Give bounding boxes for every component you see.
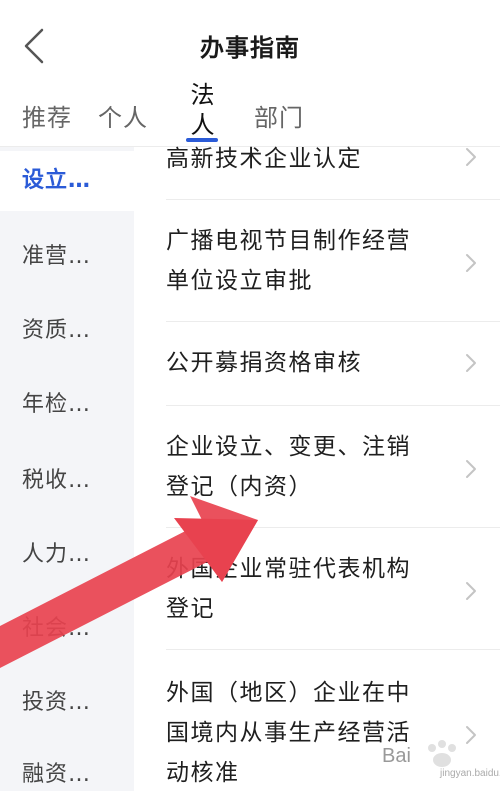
sidebar-item-qualification[interactable]: 资质…	[0, 301, 134, 361]
service-list: 高新技术企业认定 广播电视节目制作经营 单位设立审批 公开募捐资格审核 企业设立…	[134, 146, 500, 791]
list-item[interactable]: 外国企业常驻代表机构 登记	[134, 549, 500, 649]
watermark-text: Bai	[382, 745, 411, 767]
chevron-right-icon	[466, 582, 476, 600]
list-item-title-line1: 外国（地区）企业在中	[166, 680, 411, 706]
tab-department[interactable]: 部门	[254, 98, 304, 133]
category-sidebar: 设立… 准营… 资质… 年检… 税收… 人力… 社会… 投资… 融资…	[0, 147, 134, 791]
watermark-url: jingyan.baidu.com	[440, 768, 500, 779]
sidebar-item-establish[interactable]: 设立…	[0, 151, 134, 211]
sidebar-item-license[interactable]: 准营…	[0, 227, 134, 287]
chevron-right-icon	[466, 354, 476, 372]
chevron-right-icon	[466, 254, 476, 272]
sidebar-item-annual-inspection[interactable]: 年检…	[0, 375, 134, 435]
page-title: 办事指南	[200, 34, 300, 62]
list-item-title-line2: 单位设立审批	[166, 268, 313, 294]
list-divider	[166, 405, 500, 406]
screen: 办事指南 推荐 个人 法人 部门 设立… 准营… 资质… 年检… 税收… 人力……	[0, 0, 500, 791]
sidebar-item-financing[interactable]: 融资…	[0, 745, 134, 791]
list-divider	[166, 649, 500, 650]
list-item-title-line1: 广播电视节目制作经营	[166, 228, 411, 254]
list-item-title-line2: 登记（内资）	[166, 474, 313, 500]
sidebar-item-social[interactable]: 社会…	[0, 599, 134, 659]
sidebar-item-human-resources[interactable]: 人力…	[0, 525, 134, 585]
list-divider	[166, 199, 500, 200]
list-divider	[166, 321, 500, 322]
sidebar-item-investment[interactable]: 投资…	[0, 673, 134, 733]
list-item-title: 高新技术企业认定	[166, 146, 362, 172]
list-item[interactable]: 企业设立、变更、注销 登记（内资）	[134, 427, 500, 527]
list-divider	[166, 527, 500, 528]
tab-bar: 推荐 个人 法人 部门	[0, 80, 500, 146]
chevron-right-icon	[466, 148, 476, 166]
list-item-title-line1: 外国企业常驻代表机构	[166, 556, 411, 582]
list-item-title-line1: 企业设立、变更、注销	[166, 434, 411, 460]
list-item[interactable]: 高新技术企业认定	[134, 139, 500, 195]
header: 办事指南	[0, 0, 500, 90]
list-item[interactable]: 广播电视节目制作经营 单位设立审批	[134, 221, 500, 321]
sidebar-item-tax[interactable]: 税收…	[0, 451, 134, 511]
list-item-title: 公开募捐资格审核	[166, 350, 362, 376]
tab-personal[interactable]: 个人	[98, 98, 148, 133]
chevron-right-icon	[466, 460, 476, 478]
list-item[interactable]: 公开募捐资格审核	[134, 343, 500, 403]
list-item-title-line2: 登记	[166, 596, 215, 622]
tab-recommend[interactable]: 推荐	[22, 98, 72, 133]
tab-legal-person[interactable]: 法人	[186, 80, 220, 140]
